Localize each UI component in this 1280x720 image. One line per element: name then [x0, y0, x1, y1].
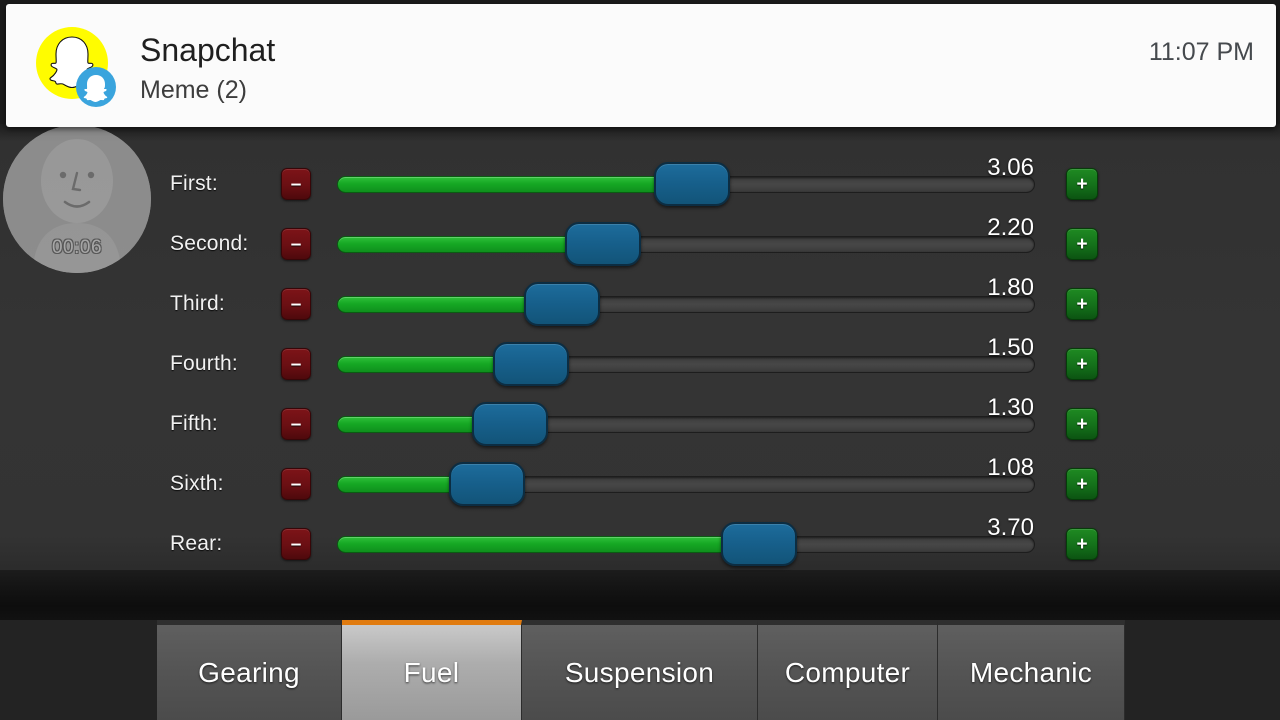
- increment-button[interactable]: +: [1066, 348, 1098, 380]
- gear-ratio-row: Fifth: – 1.30 +: [0, 394, 1280, 454]
- decrement-button[interactable]: –: [281, 408, 311, 440]
- gear-ratio-slider[interactable]: [337, 222, 1035, 266]
- gear-ratio-value: 2.20: [987, 214, 1034, 241]
- gear-ratio-row: Second: – 2.20 +: [0, 214, 1280, 274]
- gear-ratio-slider[interactable]: [337, 522, 1035, 566]
- slider-thumb[interactable]: [654, 162, 731, 206]
- gear-ratio-slider[interactable]: [337, 402, 1035, 446]
- tab-label: Fuel: [403, 656, 460, 688]
- tab-label: Gearing: [198, 656, 300, 688]
- gear-ratio-row: Rear: – 3.70 +: [0, 514, 1280, 574]
- increment-button[interactable]: +: [1066, 528, 1098, 560]
- avatar-timer-label: 00:06: [51, 237, 103, 258]
- slider-thumb[interactable]: [448, 462, 525, 506]
- gear-ratio-slider[interactable]: [337, 342, 1035, 386]
- slider-thumb[interactable]: [720, 522, 797, 566]
- increment-button[interactable]: +: [1066, 168, 1098, 200]
- gear-ratio-row: First: – 3.06 +: [0, 154, 1280, 214]
- tab-mechanic[interactable]: Mechanic: [938, 620, 1125, 720]
- increment-button[interactable]: +: [1066, 288, 1098, 320]
- app-root: First: –3.06 + Second: –2.20 + Third: –1.80 + Fou…: [0, 0, 1280, 720]
- panel-shelf-divider: [0, 570, 1280, 622]
- snapchat-ghost-icon: [36, 27, 116, 107]
- gear-ratio-value: 1.50: [987, 334, 1034, 361]
- tab-label: Mechanic: [969, 656, 1093, 688]
- gear-label: Fourth:: [170, 352, 238, 375]
- decrement-button[interactable]: –: [281, 468, 311, 500]
- tab-fuel[interactable]: Fuel: [342, 620, 522, 720]
- slider-thumb[interactable]: [523, 282, 600, 326]
- tab-label: Computer: [784, 656, 911, 688]
- tab-computer[interactable]: Computer: [758, 620, 938, 720]
- gear-label: Second:: [170, 232, 249, 255]
- notification-banner[interactable]: Snapchat Meme (2) 11:07 PM: [6, 4, 1276, 127]
- floating-avatar-bubble[interactable]: 00:06: [3, 125, 151, 273]
- decrement-button[interactable]: –: [281, 168, 311, 200]
- slider-thumb[interactable]: [492, 342, 569, 386]
- increment-button[interactable]: +: [1066, 408, 1098, 440]
- gear-label: Rear:: [170, 532, 223, 555]
- gear-ratio-row: Third: – 1.80 +: [0, 274, 1280, 334]
- notification-app-name: Snapchat: [140, 32, 276, 68]
- gear-label: Sixth:: [170, 472, 224, 495]
- gear-ratio-slider[interactable]: [337, 462, 1035, 506]
- gear-ratio-value: 3.70: [987, 514, 1034, 541]
- notification-message: Meme (2): [140, 76, 247, 104]
- increment-button[interactable]: +: [1066, 468, 1098, 500]
- gear-label: First:: [170, 172, 218, 195]
- gear-ratio-value: 1.80: [987, 274, 1034, 301]
- decrement-button[interactable]: –: [281, 528, 311, 560]
- gear-ratio-slider[interactable]: [337, 282, 1035, 326]
- gear-label: Third:: [170, 292, 225, 315]
- gear-ratio-slider-list: First: –3.06 + Second: –2.20 + Third: –1.80 + Fou…: [0, 124, 1280, 570]
- decrement-button[interactable]: –: [281, 228, 311, 260]
- gear-ratio-value: 1.08: [987, 454, 1034, 481]
- tab-suspension[interactable]: Suspension: [522, 620, 758, 720]
- slider-fill: [337, 176, 693, 193]
- bottom-tab-bar[interactable]: Gearing Fuel Suspension Computer Mechanic: [157, 620, 1125, 720]
- notification-time: 11:07 PM: [1148, 38, 1254, 66]
- slider-fill: [337, 236, 604, 253]
- slider-thumb[interactable]: [471, 402, 548, 446]
- increment-button[interactable]: +: [1066, 228, 1098, 260]
- gear-ratio-row: Sixth: – 1.08 +: [0, 454, 1280, 514]
- slider-fill: [337, 536, 759, 553]
- gear-label: Fifth:: [170, 412, 218, 435]
- decrement-button[interactable]: –: [281, 348, 311, 380]
- tab-gearing[interactable]: Gearing: [157, 620, 342, 720]
- gear-ratio-row: Fourth: – 1.50 +: [0, 334, 1280, 394]
- gear-ratio-value: 1.30: [987, 394, 1034, 421]
- decrement-button[interactable]: –: [281, 288, 311, 320]
- slider-thumb[interactable]: [565, 222, 642, 266]
- gear-ratio-value: 3.06: [987, 154, 1034, 181]
- gear-ratio-slider[interactable]: [337, 162, 1035, 206]
- tab-label: Suspension: [564, 656, 715, 688]
